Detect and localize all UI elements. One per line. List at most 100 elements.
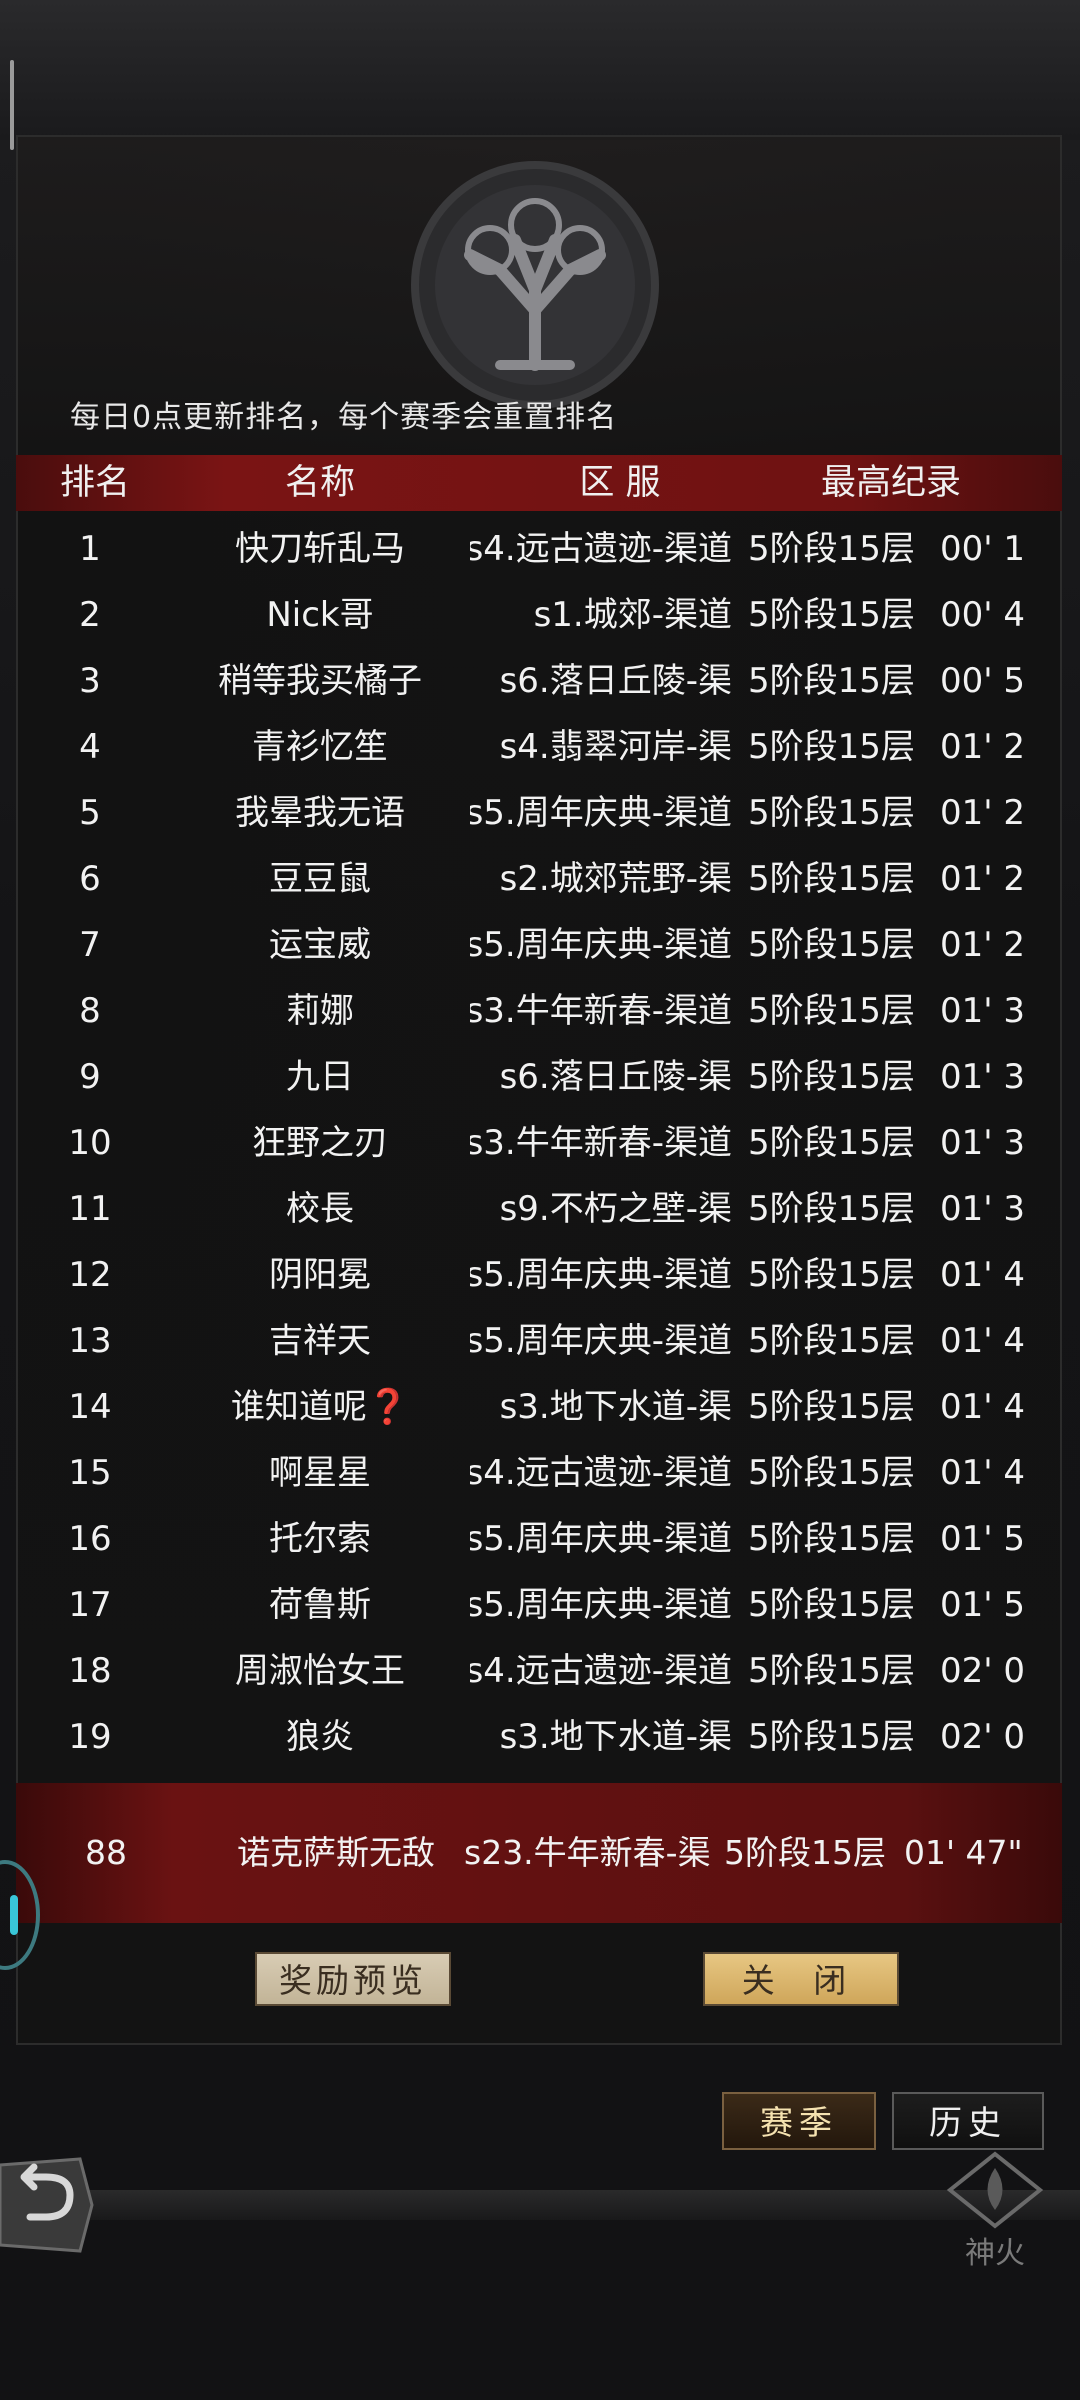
time-cell: 00' 18" bbox=[940, 529, 1024, 569]
my-stage: 5阶段15层 bbox=[724, 1833, 886, 1872]
table-row[interactable]: 5 我晕我无语 s5.周年庆典-渠道 5阶段15层 01' 25" bbox=[0, 780, 1080, 846]
my-server: s23.牛年新春-渠 bbox=[464, 1833, 711, 1872]
table-row[interactable]: 18 周淑怡女王 s4.远古遗迹-渠道 5阶段15层 02' 00" bbox=[0, 1638, 1080, 1704]
server-text: s4.远古遗迹-渠道 bbox=[470, 1651, 732, 1691]
rank-cell: 12 bbox=[68, 1255, 112, 1295]
my-name: 诺克萨斯无敌 bbox=[237, 1833, 435, 1872]
header-record: 最高纪录 bbox=[820, 463, 961, 503]
logo-text: 神火 bbox=[965, 2236, 1025, 2271]
side-float-indicator bbox=[10, 1895, 18, 1935]
name-cell: 青衫忆笙 bbox=[252, 727, 388, 767]
bottom-divider bbox=[0, 2190, 1080, 2220]
leaderboard-screen: 每日0点更新排名，每个赛季会重置排名 排名 名称 区 服 最高纪录 1 快刀斩乱马… bbox=[0, 0, 1080, 2400]
table-row[interactable]: 14 谁知道呢❓ s3.地下水道-渠 5阶段15层 01' 48" bbox=[0, 1374, 1080, 1440]
server-text: s5.周年庆典-渠道 bbox=[470, 793, 732, 833]
time-cell: 01' 28" bbox=[940, 859, 1024, 899]
server-cell: s5.周年庆典-渠道 bbox=[470, 1242, 732, 1308]
server-cell: s6.落日丘陵-渠 bbox=[470, 1044, 732, 1110]
server-cell: s3.地下水道-渠 bbox=[470, 1374, 732, 1440]
stage-cell: 5阶段15层 bbox=[748, 727, 915, 767]
table-row[interactable]: 2 Nick哥 s1.城郊-渠道 5阶段15层 00' 40" bbox=[0, 582, 1080, 648]
tab-history[interactable]: 历史 bbox=[892, 2092, 1044, 2150]
table-row[interactable]: 16 托尔索 s5.周年庆典-渠道 5阶段15层 01' 50" bbox=[0, 1506, 1080, 1572]
server-text: s1.城郊-渠道 bbox=[533, 595, 732, 635]
name-cell: 狂野之刃 bbox=[252, 1123, 388, 1163]
rank-cell: 8 bbox=[79, 991, 101, 1031]
back-arrow-icon[interactable] bbox=[0, 2155, 96, 2255]
table-row[interactable]: 6 豆豆鼠 s2.城郊荒野-渠 5阶段15层 01' 28" bbox=[0, 846, 1080, 912]
table-row[interactable]: 1 快刀斩乱马 s4.远古遗迹-渠道 5阶段15层 00' 18" bbox=[0, 516, 1080, 582]
server-text: s4.翡翠河岸-渠 bbox=[499, 727, 732, 767]
header-rank: 排名 bbox=[59, 463, 130, 503]
game-logo: 神火 bbox=[940, 2150, 1050, 2271]
table-row[interactable]: 12 阴阳冕 s5.周年庆典-渠道 5阶段15层 01' 47" bbox=[0, 1242, 1080, 1308]
close-button[interactable]: 关 闭 bbox=[703, 1952, 899, 2006]
server-cell: s5.周年庆典-渠道 bbox=[470, 1308, 732, 1374]
stage-cell: 5阶段15层 bbox=[748, 1057, 915, 1097]
table-row[interactable]: 13 吉祥天 s5.周年庆典-渠道 5阶段15层 01' 47" bbox=[0, 1308, 1080, 1374]
table-row[interactable]: 11 校長 s9.不朽之壁-渠 5阶段15层 01' 37" bbox=[0, 1176, 1080, 1242]
stage-cell: 5阶段15层 bbox=[748, 595, 915, 635]
name-cell: 狼炎 bbox=[286, 1717, 354, 1757]
time-cell: 01' 47" bbox=[940, 1255, 1024, 1295]
rank-cell: 16 bbox=[68, 1519, 112, 1559]
name-cell: 运宝威 bbox=[269, 925, 371, 965]
name-cell: 吉祥天 bbox=[269, 1321, 371, 1361]
name-cell: 荷鲁斯 bbox=[269, 1585, 371, 1625]
name-cell: 豆豆鼠 bbox=[269, 859, 371, 899]
server-cell: s3.牛年新春-渠道 bbox=[470, 978, 732, 1044]
name-cell: 莉娜 bbox=[286, 991, 354, 1031]
stage-cell: 5阶段15层 bbox=[748, 1321, 915, 1361]
time-cell: 02' 00" bbox=[940, 1651, 1024, 1691]
table-row[interactable]: 19 狼炎 s3.地下水道-渠 5阶段15层 02' 02" bbox=[0, 1704, 1080, 1770]
reward-preview-button[interactable]: 奖励预览 bbox=[255, 1952, 451, 2006]
server-text: s3.牛年新春-渠道 bbox=[470, 1123, 732, 1163]
server-text: s3.牛年新春-渠道 bbox=[470, 991, 732, 1031]
name-cell: 校長 bbox=[286, 1189, 354, 1229]
rank-cell: 4 bbox=[79, 727, 101, 767]
server-cell: s3.地下水道-渠 bbox=[470, 1704, 732, 1770]
server-text: s5.周年庆典-渠道 bbox=[470, 1519, 732, 1559]
table-row[interactable]: 3 稍等我买橘子 s6.落日丘陵-渠 5阶段15层 00' 54" bbox=[0, 648, 1080, 714]
name-cell: 稍等我买橘子 bbox=[218, 661, 422, 701]
server-cell: s1.城郊-渠道 bbox=[470, 582, 732, 648]
stage-cell: 5阶段15层 bbox=[748, 1387, 915, 1427]
time-cell: 01' 34" bbox=[940, 1057, 1024, 1097]
stage-cell: 5阶段15层 bbox=[748, 529, 915, 569]
time-cell: 01' 36" bbox=[940, 1123, 1024, 1163]
stage-cell: 5阶段15层 bbox=[748, 859, 915, 899]
table-row[interactable]: 7 运宝威 s5.周年庆典-渠道 5阶段15层 01' 29" bbox=[0, 912, 1080, 978]
name-cell: Nick哥 bbox=[266, 595, 374, 635]
stage-cell: 5阶段15层 bbox=[748, 1189, 915, 1229]
tab-season[interactable]: 赛季 bbox=[722, 2092, 876, 2150]
table-row[interactable]: 4 青衫忆笙 s4.翡翠河岸-渠 5阶段15层 01' 23" bbox=[0, 714, 1080, 780]
rank-cell: 13 bbox=[68, 1321, 112, 1361]
server-cell: s2.城郊荒野-渠 bbox=[470, 846, 732, 912]
stage-cell: 5阶段15层 bbox=[748, 925, 915, 965]
table-row[interactable]: 8 莉娜 s3.牛年新春-渠道 5阶段15层 01' 34" bbox=[0, 978, 1080, 1044]
server-cell: s5.周年庆典-渠道 bbox=[470, 912, 732, 978]
rank-cell: 7 bbox=[79, 925, 101, 965]
table-row[interactable]: 17 荷鲁斯 s5.周年庆典-渠道 5阶段15层 01' 59" bbox=[0, 1572, 1080, 1638]
server-cell: s4.远古遗迹-渠道 bbox=[470, 1638, 732, 1704]
stage-cell: 5阶段15层 bbox=[748, 793, 915, 833]
name-cell: 谁知道呢❓ bbox=[230, 1387, 410, 1427]
server-cell: s4.远古遗迹-渠道 bbox=[470, 516, 732, 582]
table-row[interactable]: 9 九日 s6.落日丘陵-渠 5阶段15层 01' 34" bbox=[0, 1044, 1080, 1110]
flame-logo-icon bbox=[946, 2151, 1044, 2229]
name-cell: 阴阳冕 bbox=[269, 1255, 371, 1295]
rank-cell: 18 bbox=[68, 1651, 112, 1691]
rank-cell: 15 bbox=[68, 1453, 112, 1493]
time-cell: 01' 34" bbox=[940, 991, 1024, 1031]
rank-cell: 1 bbox=[79, 529, 101, 569]
server-text: s6.落日丘陵-渠 bbox=[499, 661, 732, 701]
table-row[interactable]: 15 啊星星 s4.远古遗迹-渠道 5阶段15层 01' 49" bbox=[0, 1440, 1080, 1506]
rank-cell: 14 bbox=[68, 1387, 112, 1427]
table-row[interactable]: 10 狂野之刃 s3.牛年新春-渠道 5阶段15层 01' 36" bbox=[0, 1110, 1080, 1176]
server-text: s5.周年庆典-渠道 bbox=[470, 925, 732, 965]
stage-cell: 5阶段15层 bbox=[748, 661, 915, 701]
time-cell: 01' 37" bbox=[940, 1189, 1024, 1229]
time-cell: 00' 40" bbox=[940, 595, 1024, 635]
my-ranking-row: 88 诺克萨斯无敌 s23.牛年新春-渠 5阶段15层 01' 47" bbox=[16, 1783, 1062, 1923]
name-cell: 托尔索 bbox=[269, 1519, 371, 1559]
